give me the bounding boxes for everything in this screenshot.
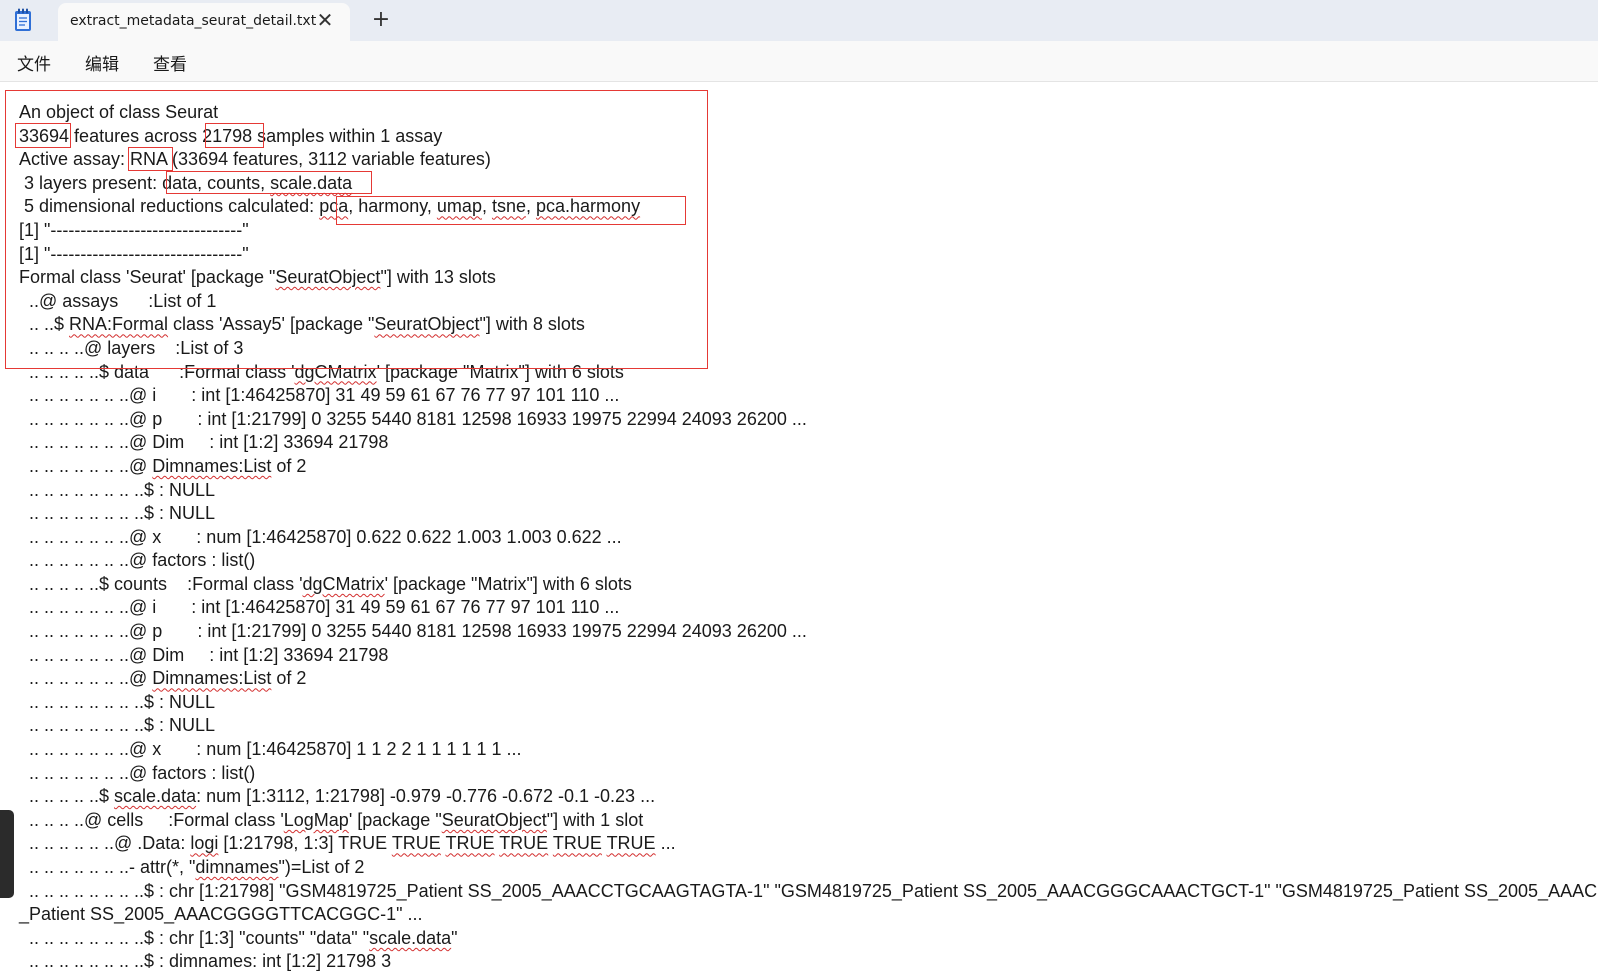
menu-view[interactable]: 查看 [153, 50, 187, 75]
text-line: .. .. .. .. ..$ counts :Formal class 'dg… [19, 573, 1598, 597]
annotation-box-summary [5, 90, 708, 369]
spellcheck-word: scale.data [114, 786, 197, 807]
spellcheck-word: Dimnames:List [152, 668, 272, 689]
text-segment: ' [package "Matrix"] with 6 slots [384, 573, 632, 594]
text-segment: .. .. .. .. .. .. .. ..$ : NULL [19, 479, 216, 500]
text-segment: .. .. .. .. .. .. .. ..$ : dimnames: int… [19, 951, 392, 972]
text-segment: .. .. .. .. .. .. ..@ x : num [1:4642587… [19, 739, 522, 760]
text-segment: _Patient SS_2005_AAACGGGGTTCACGGC-1" ... [19, 904, 423, 925]
text-line: .. .. .. .. .. .. ..@ p : int [1:21799] … [19, 620, 1598, 644]
text-segment: .. .. .. .. .. ..@ .Data: [19, 833, 191, 854]
spellcheck-word: Dimnames:List [152, 455, 272, 476]
text-segment: .. .. .. .. .. .. ..@ factors : list() [19, 550, 256, 571]
text-segment: ")=List of 2 [278, 857, 365, 877]
text-line: .. .. .. .. .. .. ..@ factors : list() [19, 549, 1598, 573]
text-segment: .. .. .. .. .. .. .. ..$ : chr [1:21798]… [19, 880, 1598, 901]
spellcheck-word: SeuratObject [441, 809, 547, 830]
annotation-box-reductions [336, 196, 686, 225]
menu-bar: 文件 编辑 查看 [0, 41, 1598, 82]
text-line: .. .. .. .. .. .. .. ..$ : NULL [19, 502, 1598, 526]
text-segment: ... [655, 833, 676, 854]
spellcheck-word: dimnames [195, 857, 279, 877]
text-segment: .. .. .. .. .. .. .. ..$ : NULL [19, 503, 216, 524]
text-line: .. .. .. ..@ cells :Formal class 'LogMap… [19, 809, 1598, 833]
text-line: .. .. .. .. .. .. ..@ Dim : int [1:2] 33… [19, 431, 1598, 455]
text-segment: .. .. .. .. .. .. ..@ i : int [1:4642587… [19, 597, 620, 618]
text-segment: .. .. .. .. .. .. ..@ Dim : int [1:2] 33… [19, 644, 389, 665]
text-segment: .. .. .. .. .. .. ..@ p : int [1:21799] … [19, 408, 807, 429]
text-segment: [1:21798, 1:3] TRUE [218, 833, 392, 854]
text-line: .. .. .. .. .. .. ..@ i : int [1:4642587… [19, 596, 1598, 620]
annotation-box-assay [128, 147, 173, 171]
spellcheck-word: LogMap [283, 809, 349, 830]
spellcheck-word: dgCMatrix [302, 573, 385, 594]
text-line: .. .. .. .. .. .. ..@ x : num [1:4642587… [19, 526, 1598, 550]
text-segment: .. .. .. .. .. .. .. ..$ : NULL [19, 691, 216, 712]
text-line: .. .. .. .. .. .. .. ..$ : NULL [19, 714, 1598, 738]
text-segment: .. .. .. .. .. .. ..@ [19, 668, 153, 689]
close-icon[interactable]: ✕ [314, 8, 336, 32]
text-line: .. .. .. .. .. .. .. ..$ : NULL [19, 691, 1598, 715]
spellcheck-word: TRUE [552, 833, 602, 854]
text-segment: .. .. .. .. ..$ [19, 786, 115, 807]
plus-icon[interactable]: + [368, 6, 394, 34]
spellcheck-word: TRUE [499, 833, 549, 854]
text-line: .. .. .. .. .. .. ..@ x : num [1:4642587… [19, 738, 1598, 762]
text-segment: .. .. .. .. .. .. ..@ Dim : int [1:2] 33… [19, 432, 389, 453]
text-line: .. .. .. .. .. .. .. ..$ : dimnames: int… [19, 950, 1598, 973]
text-line: .. .. .. .. .. .. ..@ p : int [1:21799] … [19, 408, 1598, 432]
text-line: .. .. .. .. .. .. ..@ factors : list() [19, 762, 1598, 786]
text-segment: .. .. .. .. .. .. .. ..$ : chr [1:3] "co… [19, 927, 370, 948]
spellcheck-word: TRUE [445, 833, 495, 854]
menu-edit[interactable]: 编辑 [85, 50, 119, 75]
text-line: .. .. .. .. .. ..@ .Data: logi [1:21798,… [19, 832, 1598, 856]
text-line: .. .. .. .. .. .. .. ..$ : NULL [19, 479, 1598, 503]
spellcheck-word: TRUE [391, 833, 441, 854]
spellcheck-word: scale.data [369, 927, 452, 948]
text-line: .. .. .. .. ..$ scale.data: num [1:3112,… [19, 785, 1598, 809]
menu-file[interactable]: 文件 [17, 50, 51, 75]
spellcheck-word: TRUE [606, 833, 656, 854]
text-line: .. .. .. .. .. .. ..@ Dim : int [1:2] 33… [19, 644, 1598, 668]
text-line: .. .. .. .. .. .. .. ..$ : chr [1:21798]… [19, 880, 1598, 904]
text-segment: .. .. .. .. .. .. .. ..$ : NULL [19, 715, 216, 736]
text-line: .. .. .. .. .. .. ..- attr(*, "dimnames"… [19, 856, 1598, 880]
text-segment: .. .. .. .. .. .. ..- attr(*, " [19, 857, 196, 877]
text-segment: "] with 1 slot [546, 809, 644, 830]
text-line: .. .. .. .. .. .. ..@ Dimnames:List of 2 [19, 667, 1598, 691]
tab-title: extract_metadata_seurat_detail.txt [70, 13, 317, 29]
text-segment: .. .. .. .. .. .. ..@ x : num [1:4642587… [19, 526, 622, 547]
text-segment: of 2 [271, 455, 307, 476]
annotation-box-samples [205, 123, 264, 148]
notepad-icon[interactable] [12, 8, 34, 32]
text-editor[interactable]: An object of class Seurat 33694 features … [0, 82, 1598, 973]
text-segment: ' [package " [348, 809, 442, 830]
text-segment: .. .. .. .. .. .. ..@ [19, 455, 153, 476]
text-segment: .. .. .. .. .. .. ..@ factors : list() [19, 762, 256, 783]
text-segment: " [451, 927, 458, 948]
text-segment: .. .. .. .. .. .. ..@ p : int [1:21799] … [19, 621, 807, 642]
text-line: .. .. .. .. .. .. ..@ Dimnames:List of 2 [19, 455, 1598, 479]
text-segment: : num [1:3112, 1:21798] -0.979 -0.776 -0… [196, 786, 656, 807]
text-segment: .. .. .. .. .. .. ..@ i : int [1:4642587… [19, 385, 620, 406]
scrollbar-thumb[interactable] [0, 810, 14, 898]
text-segment: of 2 [271, 668, 307, 689]
text-line: _Patient SS_2005_AAACGGGGTTCACGGC-1" ... [19, 903, 1598, 927]
spellcheck-word: logi [190, 833, 219, 854]
tab-active-file[interactable]: extract_metadata_seurat_detail.txt ✕ [58, 3, 350, 41]
text-line: .. .. .. .. .. .. ..@ i : int [1:4642587… [19, 384, 1598, 408]
annotation-box-features [15, 123, 71, 148]
text-segment: .. .. .. .. ..$ counts :Formal class ' [19, 573, 303, 594]
annotation-box-layers [166, 171, 372, 194]
tab-bar: extract_metadata_seurat_detail.txt ✕ + [0, 0, 1598, 41]
text-line: .. .. .. .. .. .. .. ..$ : chr [1:3] "co… [19, 927, 1598, 951]
text-segment: .. .. .. ..@ cells :Formal class ' [19, 809, 284, 830]
